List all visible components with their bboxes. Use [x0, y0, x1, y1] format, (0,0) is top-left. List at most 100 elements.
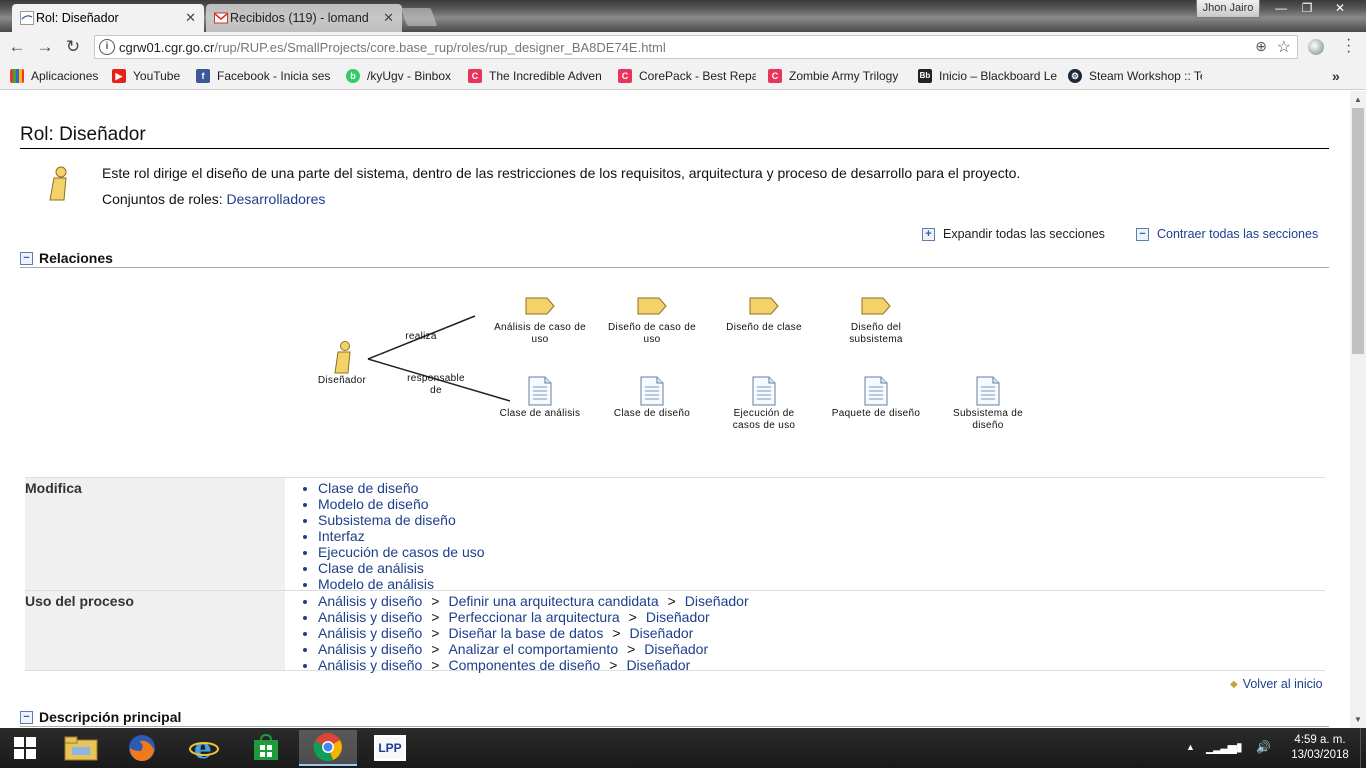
task-label[interactable]: Análisis de caso de uso [480, 322, 600, 346]
internet-explorer-icon[interactable]: e [175, 730, 233, 766]
process-link[interactable]: Diseñador [630, 625, 694, 641]
more-bookmarks-icon[interactable]: » [1332, 68, 1340, 84]
forward-arrow-icon[interactable]: → [34, 37, 56, 57]
reload-icon[interactable]: ↻ [62, 37, 84, 57]
modified-artifact-item: Interfaz [318, 528, 1325, 544]
bookmark-corepack[interactable]: C CorePack - Best Repa [618, 68, 756, 84]
back-to-top-link[interactable]: ◆ Volver al inicio [1230, 677, 1323, 691]
bookmark-apps[interactable]: Aplicaciones [10, 68, 110, 84]
artifact-link[interactable]: Ejecución de casos de uso [318, 544, 485, 560]
bookmark-youtube[interactable]: ▶ YouTube [112, 68, 188, 84]
task-label[interactable]: Diseño del subsistema [816, 322, 936, 346]
chrome-icon[interactable] [299, 730, 357, 766]
network-icon[interactable]: ▁▂▃▅ [1206, 740, 1237, 754]
restore-icon[interactable]: ❐ [1294, 0, 1320, 18]
minus-box-icon: − [20, 710, 33, 724]
process-link[interactable]: Diseñador [626, 657, 690, 673]
system-clock[interactable]: 4:59 a. m. 13/03/2018 [1290, 733, 1350, 763]
close-tab-icon[interactable]: ✕ [383, 10, 394, 26]
tab-rol-disenador[interactable]: Rol: Diseñador ✕ [12, 4, 204, 32]
bookmark-binbox[interactable]: b/kyUgv - Binbox [346, 68, 458, 84]
extension-icon[interactable] [1308, 39, 1324, 55]
process-link[interactable]: Análisis y diseño [318, 657, 422, 673]
lpp-app-icon[interactable]: LPP [361, 730, 419, 766]
artifact-label[interactable]: Clase de análisis [480, 408, 600, 420]
c-logo-icon: C [768, 69, 782, 83]
process-link[interactable]: Diseñar la base de datos [448, 625, 603, 641]
artifact-document-icon [752, 376, 776, 406]
tab-gmail[interactable]: Recibidos (119) - lomand ✕ [206, 4, 402, 32]
collapse-all-button[interactable]: − Contraer todas las secciones [1136, 227, 1318, 241]
section-main-description-header[interactable]: − Descripción principal [20, 709, 181, 725]
facebook-icon: f [196, 69, 210, 83]
artifact-document-icon [640, 376, 664, 406]
address-bar[interactable]: i cgrw01.cgr.go.cr/rup/RUP.es/SmallProje… [94, 35, 1298, 59]
process-link[interactable]: Análisis y diseño [318, 625, 422, 641]
start-button[interactable] [0, 730, 50, 766]
scroll-up-icon[interactable]: ▲ [1354, 95, 1362, 104]
artifact-label[interactable]: Subsistema de diseño [928, 408, 1048, 432]
modified-artifact-item: Clase de análisis [318, 560, 1325, 576]
bookmark-star-icon[interactable]: ☆ [1277, 37, 1291, 57]
artifact-label[interactable]: Ejecución de casos de uso [704, 408, 824, 432]
volume-icon[interactable]: 🔊 [1256, 740, 1271, 754]
process-usage-list: Análisis y diseño > Definir una arquitectu… [285, 590, 1325, 673]
roleset-link[interactable]: Desarrolladores [227, 191, 326, 207]
minus-box-icon: − [1136, 227, 1149, 241]
process-link[interactable]: Análisis y diseño [318, 593, 422, 609]
show-hidden-icons-icon[interactable]: ▲ [1186, 742, 1195, 752]
c-logo-icon: C [618, 69, 632, 83]
relationship-diagram: Diseñador realiza responsable de Análisis… [300, 291, 1060, 451]
battery-icon[interactable]: ▮ [1236, 740, 1243, 754]
page-scrollbar[interactable]: ▲ ▼ [1350, 91, 1366, 728]
process-link[interactable]: Análisis y diseño [318, 641, 422, 657]
site-info-icon[interactable]: i [99, 39, 115, 55]
store-icon[interactable] [237, 730, 295, 766]
artifact-link[interactable]: Interfaz [318, 528, 365, 544]
process-link[interactable]: Perfeccionar la arquitectura [448, 609, 619, 625]
task-label[interactable]: Diseño de clase [704, 322, 824, 334]
bookmark-zombie[interactable]: C Zombie Army Trilogy [768, 68, 906, 84]
show-desktop-button[interactable] [1360, 728, 1366, 768]
task-label[interactable]: Diseño de caso de uso [592, 322, 712, 346]
artifact-link[interactable]: Clase de análisis [318, 560, 424, 576]
zoom-icon[interactable]: ⊕ [1255, 38, 1267, 55]
scrollbar-thumb[interactable] [1352, 108, 1364, 354]
browser-toolbar: ← → ↻ i cgrw01.cgr.go.cr/rup/RUP.es/Smal… [0, 32, 1366, 62]
file-explorer-icon[interactable] [52, 730, 110, 766]
breadcrumb-separator: > [431, 657, 440, 673]
process-link[interactable]: Analizar el comportamiento [448, 641, 618, 657]
back-arrow-icon[interactable]: ← [6, 37, 28, 57]
artifact-label[interactable]: Paquete de diseño [816, 408, 936, 420]
artifact-link[interactable]: Subsistema de diseño [318, 512, 456, 528]
bookmark-blackboard[interactable]: Bb Inicio – Blackboard Le [918, 68, 1058, 84]
process-link[interactable]: Diseñador [646, 609, 710, 625]
svg-text:e: e [194, 733, 212, 763]
artifact-document-icon [528, 376, 552, 406]
process-usage-header: Uso del proceso [25, 590, 285, 671]
firefox-icon[interactable] [113, 730, 171, 766]
bookmark-steam[interactable]: ⚙ Steam Workshop :: Te [1068, 68, 1202, 84]
process-link[interactable]: Diseñador [685, 593, 749, 609]
artifact-label[interactable]: Clase de diseño [592, 408, 712, 420]
section-relations-header[interactable]: − Relaciones [20, 250, 113, 266]
modified-artifact-item: Ejecución de casos de uso [318, 544, 1325, 560]
chrome-menu-icon[interactable]: · · · [1346, 32, 1356, 60]
process-link[interactable]: Definir una arquitectura candidata [448, 593, 658, 609]
edge-responsible-label: responsable de [407, 373, 465, 396]
scroll-down-icon[interactable]: ▼ [1354, 715, 1362, 724]
process-link[interactable]: Análisis y diseño [318, 609, 422, 625]
minus-box-icon: − [20, 251, 33, 265]
bookmark-facebook[interactable]: f Facebook - Inicia ses [196, 68, 332, 84]
process-link[interactable]: Componentes de diseño [448, 657, 600, 673]
process-link[interactable]: Diseñador [644, 641, 708, 657]
new-tab-button[interactable] [400, 8, 438, 26]
minimize-icon[interactable]: — [1268, 0, 1294, 18]
profile-button[interactable]: Jhon Jairo [1196, 0, 1260, 18]
artifact-link[interactable]: Modelo de diseño [318, 496, 429, 512]
bookmark-incredible[interactable]: C The Incredible Adven [468, 68, 606, 84]
window-close-icon[interactable]: ✕ [1322, 0, 1358, 18]
close-tab-icon[interactable]: ✕ [185, 10, 196, 26]
artifact-link[interactable]: Clase de diseño [318, 480, 418, 496]
expand-all-button[interactable]: + Expandir todas las secciones [922, 227, 1105, 241]
